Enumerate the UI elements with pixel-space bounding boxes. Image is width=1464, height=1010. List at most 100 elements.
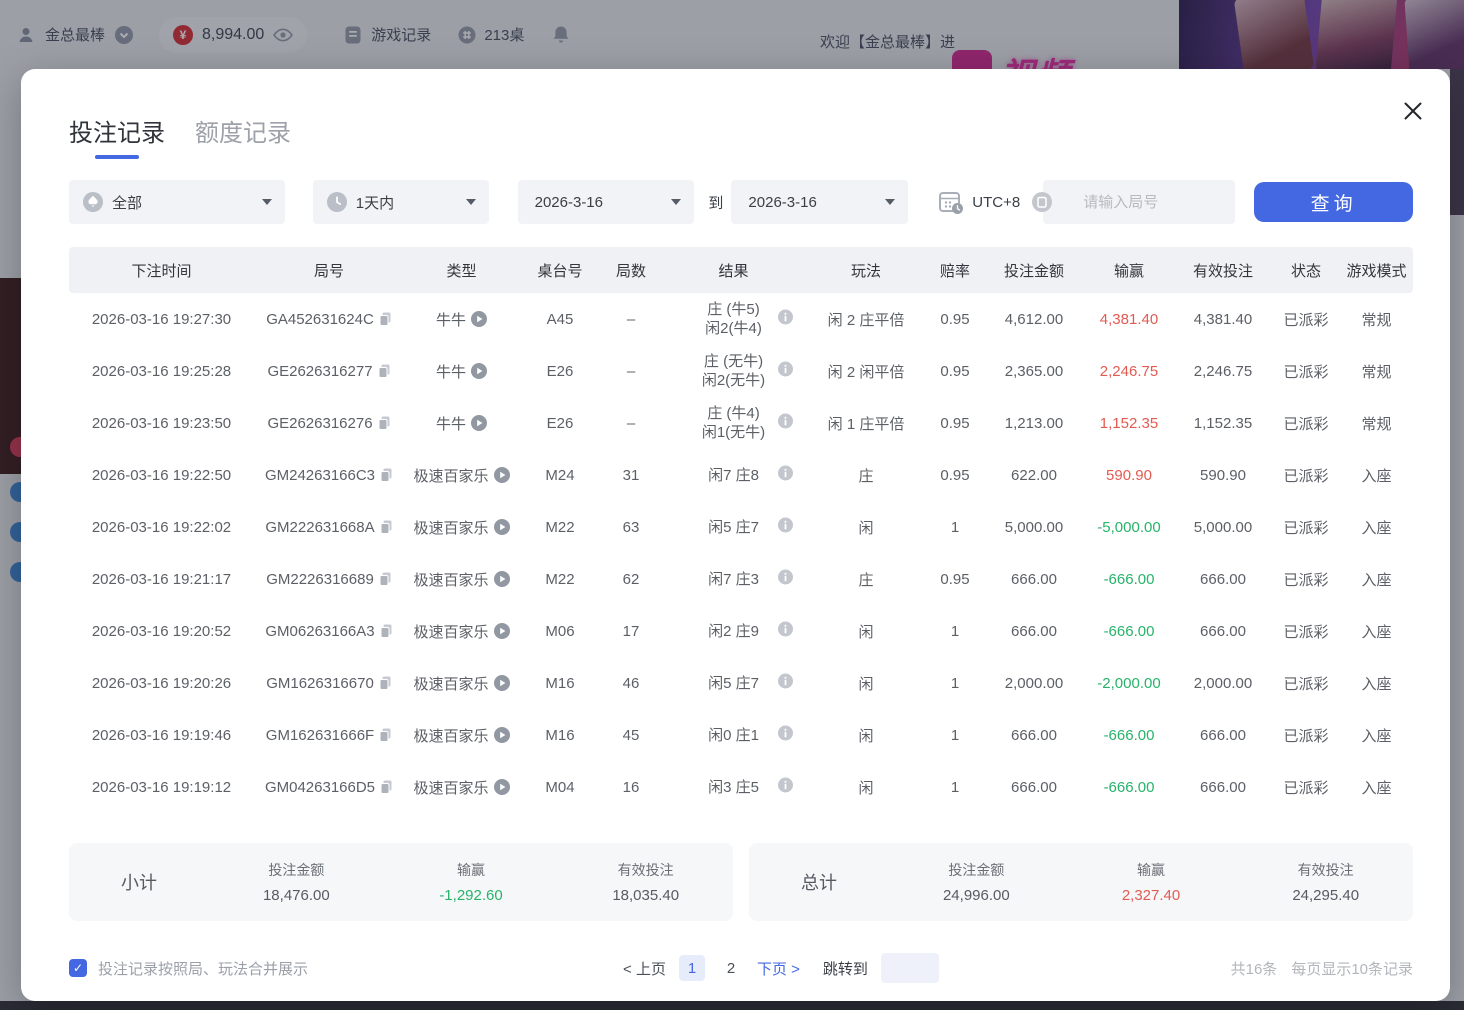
cell-odds: 1 [926,657,984,709]
clock-icon [327,192,347,212]
game-type-text: 极速百家乐 [413,517,488,538]
copy-icon[interactable] [379,572,392,586]
subtotal-bet-label: 投注金额 [209,860,384,880]
cell-round-id: GM04263166D5 [254,761,404,813]
cell-bet-time: 2026-03-16 19:20:26 [69,657,254,709]
info-icon[interactable] [778,570,793,589]
time-range-select[interactable]: 1天内 [313,180,489,224]
col-header-status: 状态 [1272,247,1340,293]
cell-result: 庄 (无牛) 闲2(无牛) [661,345,806,397]
cell-round-id: GM162631666F [254,709,404,761]
play-video-icon[interactable] [494,623,510,639]
copy-icon[interactable] [380,468,393,482]
subtotal-win: 输赢 -1,292.60 [384,860,559,904]
play-video-icon[interactable] [494,467,510,483]
table-row: 2026-03-16 19:20:26 GM1626316670 极速百家乐 M… [69,657,1413,709]
info-icon[interactable] [778,622,793,641]
cell-status: 已派彩 [1272,345,1340,397]
cell-bet-amount: 2,000.00 [984,657,1084,709]
table-row: 2026-03-16 19:27:30 GA452631624C 牛牛 A45 … [69,293,1413,345]
copy-icon[interactable] [380,520,393,534]
cell-result: 闲5 庄7 [661,501,806,553]
round-number-input[interactable] [1043,180,1235,224]
copy-icon[interactable] [380,624,393,638]
game-type-text: 极速百家乐 [413,725,488,746]
cell-valid-bet: 590.90 [1174,449,1272,501]
search-button[interactable]: 查询 [1254,182,1413,222]
cell-status: 已派彩 [1272,761,1340,813]
cell-result: 闲0 庄1 [661,709,806,761]
next-page-button[interactable]: 下页 > [757,958,800,979]
merge-checkbox[interactable]: ✓ [69,959,87,977]
cell-valid-bet: 1,152.35 [1174,397,1272,449]
total-valid-label: 有效投注 [1238,860,1413,880]
play-video-icon[interactable] [494,675,510,691]
cell-game-count: 46 [601,657,661,709]
play-video-icon[interactable] [471,311,487,327]
subtotal-panel: 小计 投注金额 18,476.00 输赢 -1,292.60 有效投注 18,0… [69,843,733,921]
pagination: < 上页 1 2 下页 > 跳转到 [623,953,939,983]
game-type-text: 极速百家乐 [413,465,488,486]
game-type-select[interactable]: 全部 [69,180,285,224]
info-icon[interactable] [778,726,793,745]
total-bet: 投注金额 24,996.00 [889,860,1064,904]
cell-win-loss: -2,000.00 [1084,657,1174,709]
table-row: 2026-03-16 19:21:17 GM2226316689 极速百家乐 M… [69,553,1413,605]
cell-game-mode: 常规 [1340,397,1413,449]
cell-bet-time: 2026-03-16 19:25:28 [69,345,254,397]
copy-icon[interactable] [380,780,393,794]
play-video-icon[interactable] [494,571,510,587]
copy-icon[interactable] [379,728,392,742]
subtotal-valid: 有效投注 18,035.40 [558,860,733,904]
date-from-select[interactable]: 2026-3-16 [518,180,695,224]
cell-bet-amount: 666.00 [984,553,1084,605]
cell-bet-amount: 666.00 [984,761,1084,813]
play-video-icon[interactable] [494,727,510,743]
copy-icon[interactable] [379,676,392,690]
page-number-2[interactable]: 2 [718,955,744,981]
play-video-icon[interactable] [471,415,487,431]
cell-bet-time: 2026-03-16 19:22:02 [69,501,254,553]
timezone-indicator[interactable]: UTC+8 [938,189,1020,215]
cell-odds: 1 [926,605,984,657]
cell-valid-bet: 666.00 [1174,553,1272,605]
result-line-1: 闲0 庄1 [708,726,759,745]
play-video-icon[interactable] [494,519,510,535]
prev-page-button[interactable]: < 上页 [623,958,666,979]
cell-round-id: GM1626316670 [254,657,404,709]
cell-win-loss: -666.00 [1084,553,1174,605]
round-id-text: GM222631668A [265,519,374,536]
play-video-icon[interactable] [471,363,487,379]
info-icon[interactable] [778,778,793,797]
info-icon[interactable] [778,310,793,329]
cell-result: 闲2 庄9 [661,605,806,657]
modal-footer: ✓ 投注记录按照局、玩法合并展示 < 上页 1 2 下页 > 跳转到 共16条 … [69,952,1413,984]
col-header-odds: 赔率 [926,247,984,293]
result-line-1: 闲7 庄3 [708,570,759,589]
col-header-bet-amount: 投注金额 [984,247,1084,293]
play-video-icon[interactable] [494,779,510,795]
round-input-wrap [1020,180,1235,224]
info-icon[interactable] [778,518,793,537]
info-icon[interactable] [778,466,793,485]
date-range-to-label: 到 [703,192,728,213]
info-icon[interactable] [778,362,793,381]
summary-row: 小计 投注金额 18,476.00 输赢 -1,292.60 有效投注 18,0… [69,843,1413,921]
per-page-text: 每页显示10条记录 [1291,958,1413,979]
page-number-1[interactable]: 1 [679,955,705,981]
info-icon[interactable] [778,674,793,693]
jump-to-input[interactable] [881,953,939,983]
date-to-select[interactable]: 2026-3-16 [731,180,908,224]
close-icon[interactable] [1398,96,1428,126]
cell-odds: 0.95 [926,553,984,605]
copy-icon[interactable] [378,416,391,430]
subtotal-bet-value: 18,476.00 [209,887,384,904]
round-id-text: GE2626316276 [267,415,372,432]
info-icon[interactable] [778,414,793,433]
copy-icon[interactable] [378,364,391,378]
game-type-value: 全部 [112,192,142,213]
tab-bet-records[interactable]: 投注记录 [69,113,165,159]
game-type-text: 极速百家乐 [413,569,488,590]
tab-quota-records[interactable]: 额度记录 [195,113,291,159]
copy-icon[interactable] [379,312,392,326]
